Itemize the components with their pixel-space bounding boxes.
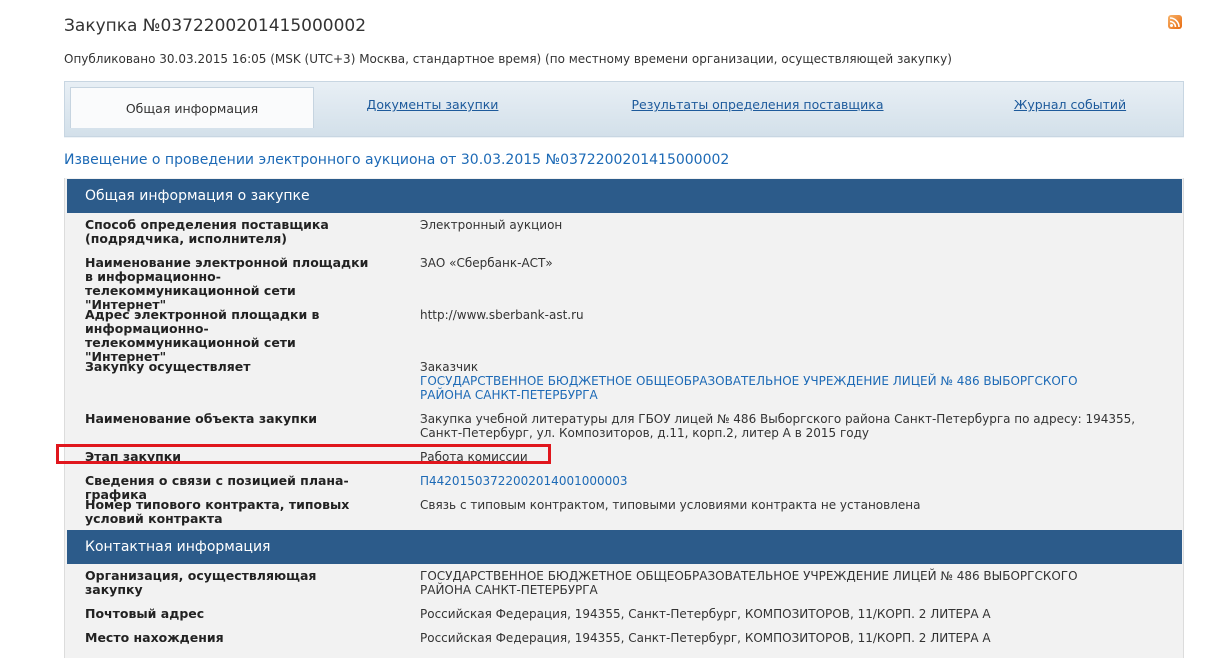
tab-documents[interactable]: Документы закупки bbox=[345, 82, 520, 128]
row-label-location: Место нахождения bbox=[85, 630, 224, 645]
row-value-platform-name: ЗАО «Сбербанк-АСТ» bbox=[420, 256, 553, 270]
row-value-object: Закупка учебной литературы для ГБОУ лице… bbox=[420, 412, 1136, 440]
row-value-contract: Связь с типовым контрактом, типовыми усл… bbox=[420, 498, 921, 512]
published-info: Опубликовано 30.03.2015 16:05 (MSK (UTC+… bbox=[64, 52, 952, 66]
tab-results[interactable]: Результаты определения поставщика bbox=[625, 82, 890, 128]
row-value-postal-address: Российская Федерация, 194355, Санкт-Пете… bbox=[420, 607, 991, 621]
tab-general[interactable]: Общая информация bbox=[70, 87, 314, 128]
row-label-contract: Номер типового контракта, типовых услови… bbox=[85, 497, 350, 526]
purchaser-org-link[interactable]: ГОСУДАРСТВЕННОЕ БЮДЖЕТНОЕ ОБЩЕОБРАЗОВАТЕ… bbox=[420, 374, 1120, 402]
section-header-general: Общая информация о закупке bbox=[67, 179, 1182, 213]
section-header-contact: Контактная информация bbox=[67, 530, 1182, 564]
row-label-platform-name: Наименование электронной площадки в инфо… bbox=[85, 255, 369, 312]
row-value-organization: ГОСУДАРСТВЕННОЕ БЮДЖЕТНОЕ ОБЩЕОБРАЗОВАТЕ… bbox=[420, 569, 1078, 597]
rss-icon[interactable] bbox=[1168, 15, 1182, 29]
page-title: Закупка №0372200201415000002 bbox=[64, 16, 367, 36]
row-value-platform-address: http://www.sberbank-ast.ru bbox=[420, 308, 584, 322]
stage-highlight-box bbox=[56, 444, 551, 464]
row-value-purchaser: Заказчик ГОСУДАРСТВЕННОЕ БЮДЖЕТНОЕ ОБЩЕО… bbox=[420, 360, 1170, 402]
plan-schedule-link[interactable]: П44201503722002014001000003 bbox=[420, 474, 628, 488]
notice-link[interactable]: Извещение о проведении электронного аукц… bbox=[64, 152, 729, 168]
row-value-plan-link: П44201503722002014001000003 bbox=[420, 474, 1170, 488]
row-value-method: Электронный аукцион bbox=[420, 218, 563, 232]
row-label-method: Способ определения поставщика (подрядчик… bbox=[85, 217, 329, 246]
row-label-purchaser: Закупку осуществляет bbox=[85, 359, 251, 374]
row-label-postal-address: Почтовый адрес bbox=[85, 606, 205, 621]
tab-bar: Общая информация Документы закупки Резул… bbox=[64, 81, 1184, 137]
tab-journal[interactable]: Журнал событий bbox=[1005, 82, 1135, 128]
row-value-location: Российская Федерация, 194355, Санкт-Пете… bbox=[420, 631, 991, 645]
purchaser-role: Заказчик bbox=[420, 360, 479, 374]
row-label-organization: Организация, осуществляющая закупку bbox=[85, 568, 317, 597]
row-label-platform-address: Адрес электронной площадки в информацион… bbox=[85, 307, 320, 364]
row-label-object: Наименование объекта закупки bbox=[85, 411, 318, 426]
